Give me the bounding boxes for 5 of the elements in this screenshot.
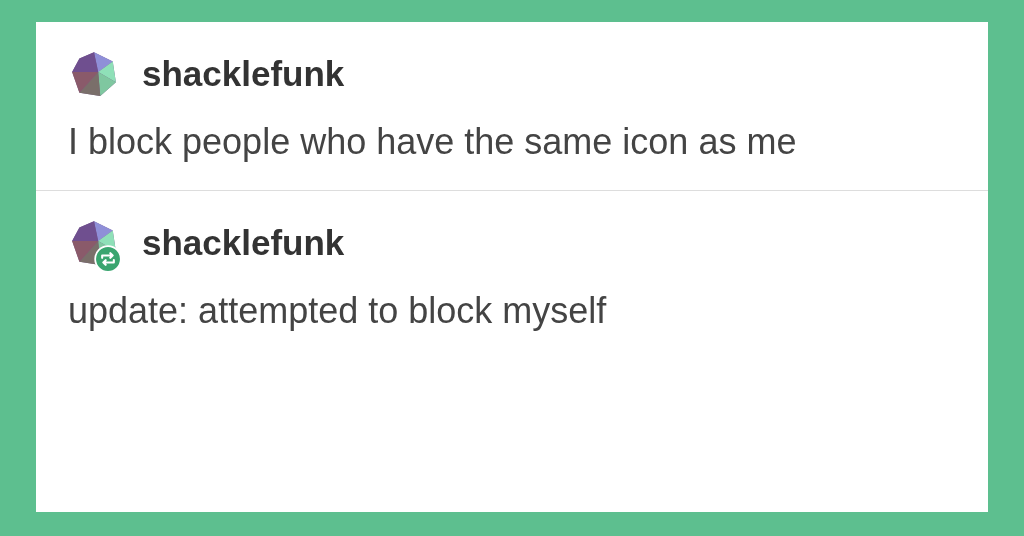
avatar-icon <box>69 49 119 99</box>
username[interactable]: shacklefunk <box>142 54 345 94</box>
post-text: I block people who have the same icon as me <box>68 120 798 164</box>
username[interactable]: shacklefunk <box>142 222 345 263</box>
post-text: update: attempted to block myself <box>68 288 608 333</box>
